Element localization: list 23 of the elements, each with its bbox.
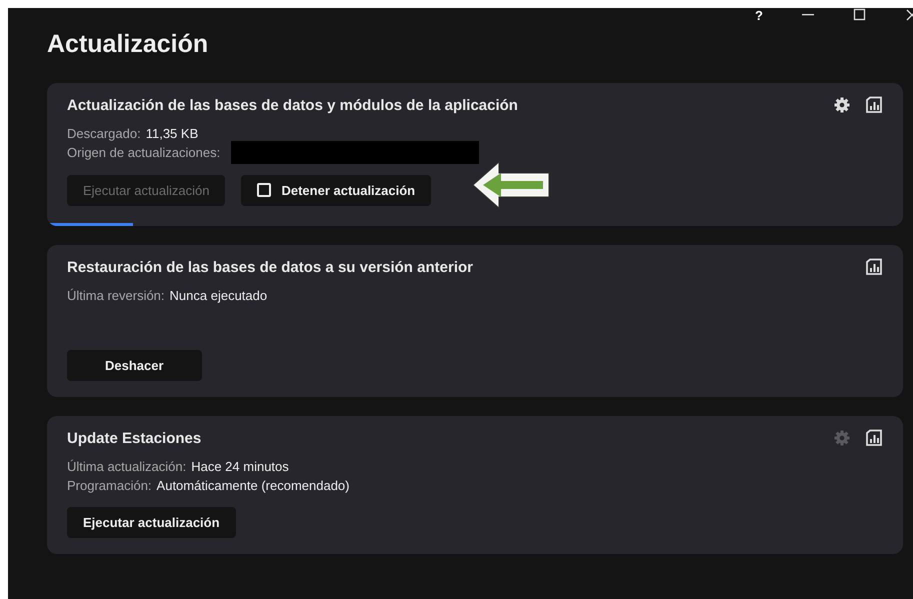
page-title: Actualización <box>47 30 208 59</box>
field-value: Hace 24 minutos <box>191 459 289 474</box>
report-icon[interactable] <box>865 96 883 114</box>
field-value: Automáticamente (recomendado) <box>156 478 350 493</box>
report-icon[interactable] <box>865 429 883 447</box>
maximize-icon[interactable] <box>853 8 867 22</box>
field-value: Nunca ejecutado <box>170 288 268 303</box>
field-label: Última reversión: <box>67 288 165 303</box>
field-label: Programación: <box>67 478 152 493</box>
help-button[interactable]: ? <box>755 8 763 22</box>
field-label: Origen de actualizaciones: <box>67 145 220 160</box>
card-title: Actualización de las bases de datos y módulos de la aplicación <box>67 96 519 114</box>
field-label: Descargado: <box>67 126 141 141</box>
action-button[interactable]: Ejecutar actualización <box>67 507 236 538</box>
card-title: Restauración de las bases de datos a su versión anterior <box>67 258 474 276</box>
card-title: Update Estaciones <box>67 430 202 446</box>
action-button[interactable]: Detener actualización <box>241 174 432 206</box>
field-label: Última actualización: <box>67 459 186 474</box>
settings-icon[interactable] <box>833 96 851 114</box>
stop-icon <box>257 183 272 197</box>
action-button[interactable]: Deshacer <box>67 350 202 381</box>
field-value: 11,35 KB <box>146 126 198 141</box>
report-icon[interactable] <box>865 258 883 276</box>
